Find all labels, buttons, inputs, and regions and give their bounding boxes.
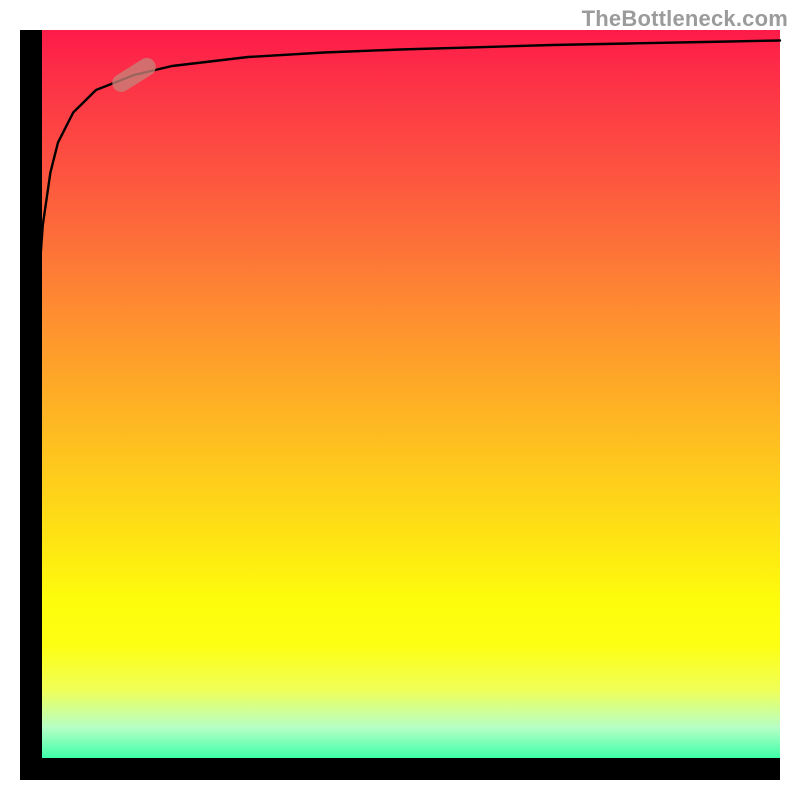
curve-layer: [20, 30, 780, 780]
x-axis-border: [20, 758, 780, 780]
watermark-text: TheBottleneck.com: [582, 6, 788, 32]
y-axis-border: [20, 30, 42, 780]
plot-frame: [20, 30, 780, 780]
curve-path: [24, 41, 780, 766]
chart-stage: TheBottleneck.com: [0, 0, 800, 800]
